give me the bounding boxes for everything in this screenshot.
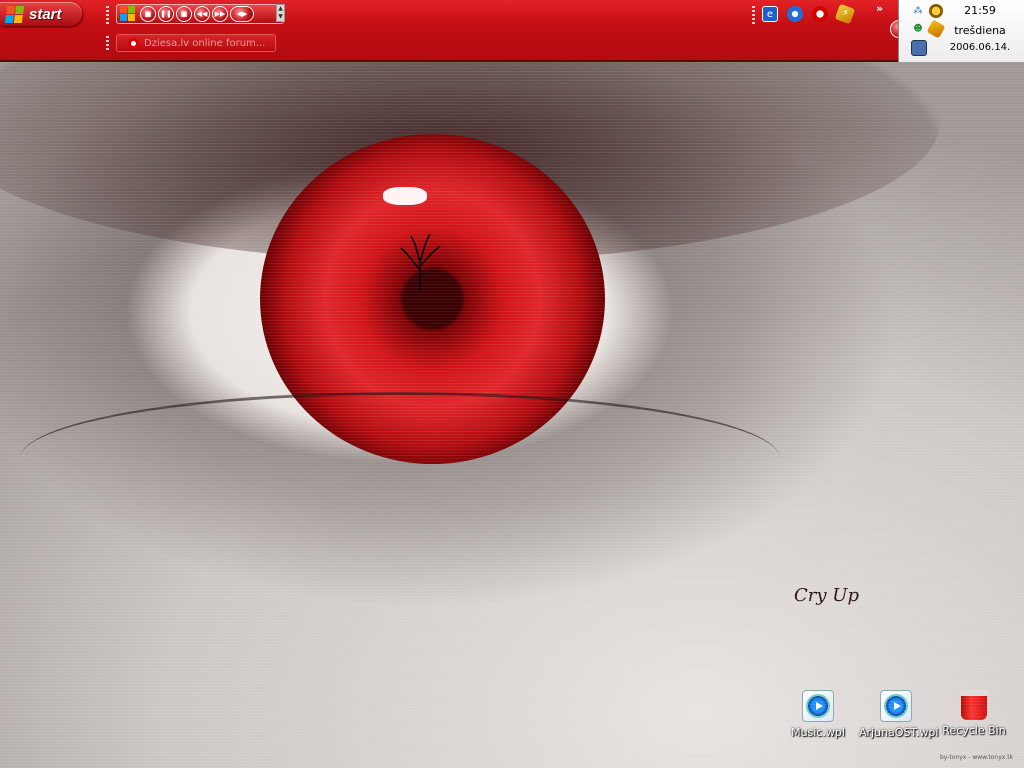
messenger-icon[interactable]: ☻ (911, 22, 925, 36)
wallpaper-eye-glint (383, 187, 427, 205)
windows-media-player-icon[interactable] (787, 6, 803, 22)
recycle-bin-icon (959, 690, 989, 720)
next-button[interactable]: ▶▶ (212, 6, 228, 22)
desktop-icon-label: Recycle Bin (942, 724, 1006, 737)
monitor-icon[interactable] (911, 40, 927, 56)
clock-time[interactable]: 21:59 (940, 4, 1020, 17)
volume-button[interactable]: ◀▶ (230, 6, 254, 22)
taskbar: start ■ ❚❚ ■ ◀◀ ▶▶ ◀▶ ▲ ▼ Dziesa.lv onlin… (0, 0, 1024, 62)
wallpaper-eyelid (0, 62, 940, 262)
quick-launch: e ⚡ (762, 3, 856, 25)
wallpaper-credit: by-tonyx - www.tonyx.tk (940, 754, 1014, 761)
desktop-icon-arjunaost-wpl[interactable]: ArjunaOST.wpl (859, 690, 939, 739)
media-player-toolbar: ■ ❚❚ ■ ◀◀ ▶▶ ◀▶ (116, 4, 284, 24)
clock-day: trešdiena (954, 24, 1006, 37)
toolbar-grip[interactable] (106, 6, 109, 24)
stop-button[interactable]: ■ (140, 6, 156, 22)
pause-button[interactable]: ❚❚ (158, 6, 174, 22)
desktop-icon-label: Music.wpl (791, 726, 845, 739)
desktop[interactable]: Cry Up by-tonyx - www.tonyx.tk Music.wpl… (0, 62, 1024, 768)
desktop-icon-recycle-bin[interactable]: Recycle Bin (937, 690, 1011, 737)
desktop-icon-label: ArjunaOST.wpl (859, 726, 939, 739)
start-button[interactable]: start (0, 2, 82, 26)
toolbar-grip[interactable] (752, 6, 755, 24)
wallpaper-title-text: Cry Up (794, 585, 859, 606)
media-toolbar-scroll[interactable]: ▲ ▼ (276, 4, 285, 22)
wmp-playlist-icon (880, 690, 912, 722)
task-button-dziesa-forum[interactable]: Dziesa.lv online forum... (116, 34, 276, 52)
wallpaper-iris (260, 134, 605, 464)
wallpaper-lash-line (20, 392, 780, 525)
wallpaper-tree-silhouette (400, 233, 441, 292)
internet-explorer-icon[interactable]: e (762, 6, 778, 22)
clock-date: 2006.06.14. (949, 42, 1011, 53)
network-icon[interactable]: ⁂ (911, 4, 925, 18)
winamp-icon[interactable]: ⚡ (834, 3, 856, 25)
opera-icon (128, 37, 139, 49)
windows-flag-icon[interactable] (120, 6, 136, 22)
stop-button-2[interactable]: ■ (176, 6, 192, 22)
start-label: start (29, 5, 62, 23)
wmp-playlist-icon (802, 690, 834, 722)
windows-flag-icon (4, 5, 25, 23)
opera-icon[interactable] (812, 6, 828, 22)
desktop-icon-music-wpl[interactable]: Music.wpl (781, 690, 855, 739)
previous-button[interactable]: ◀◀ (194, 6, 210, 22)
chevron-more-icon[interactable]: » (876, 2, 883, 15)
toolbar-grip[interactable] (106, 36, 109, 52)
task-button-label: Dziesa.lv online forum... (144, 37, 266, 49)
